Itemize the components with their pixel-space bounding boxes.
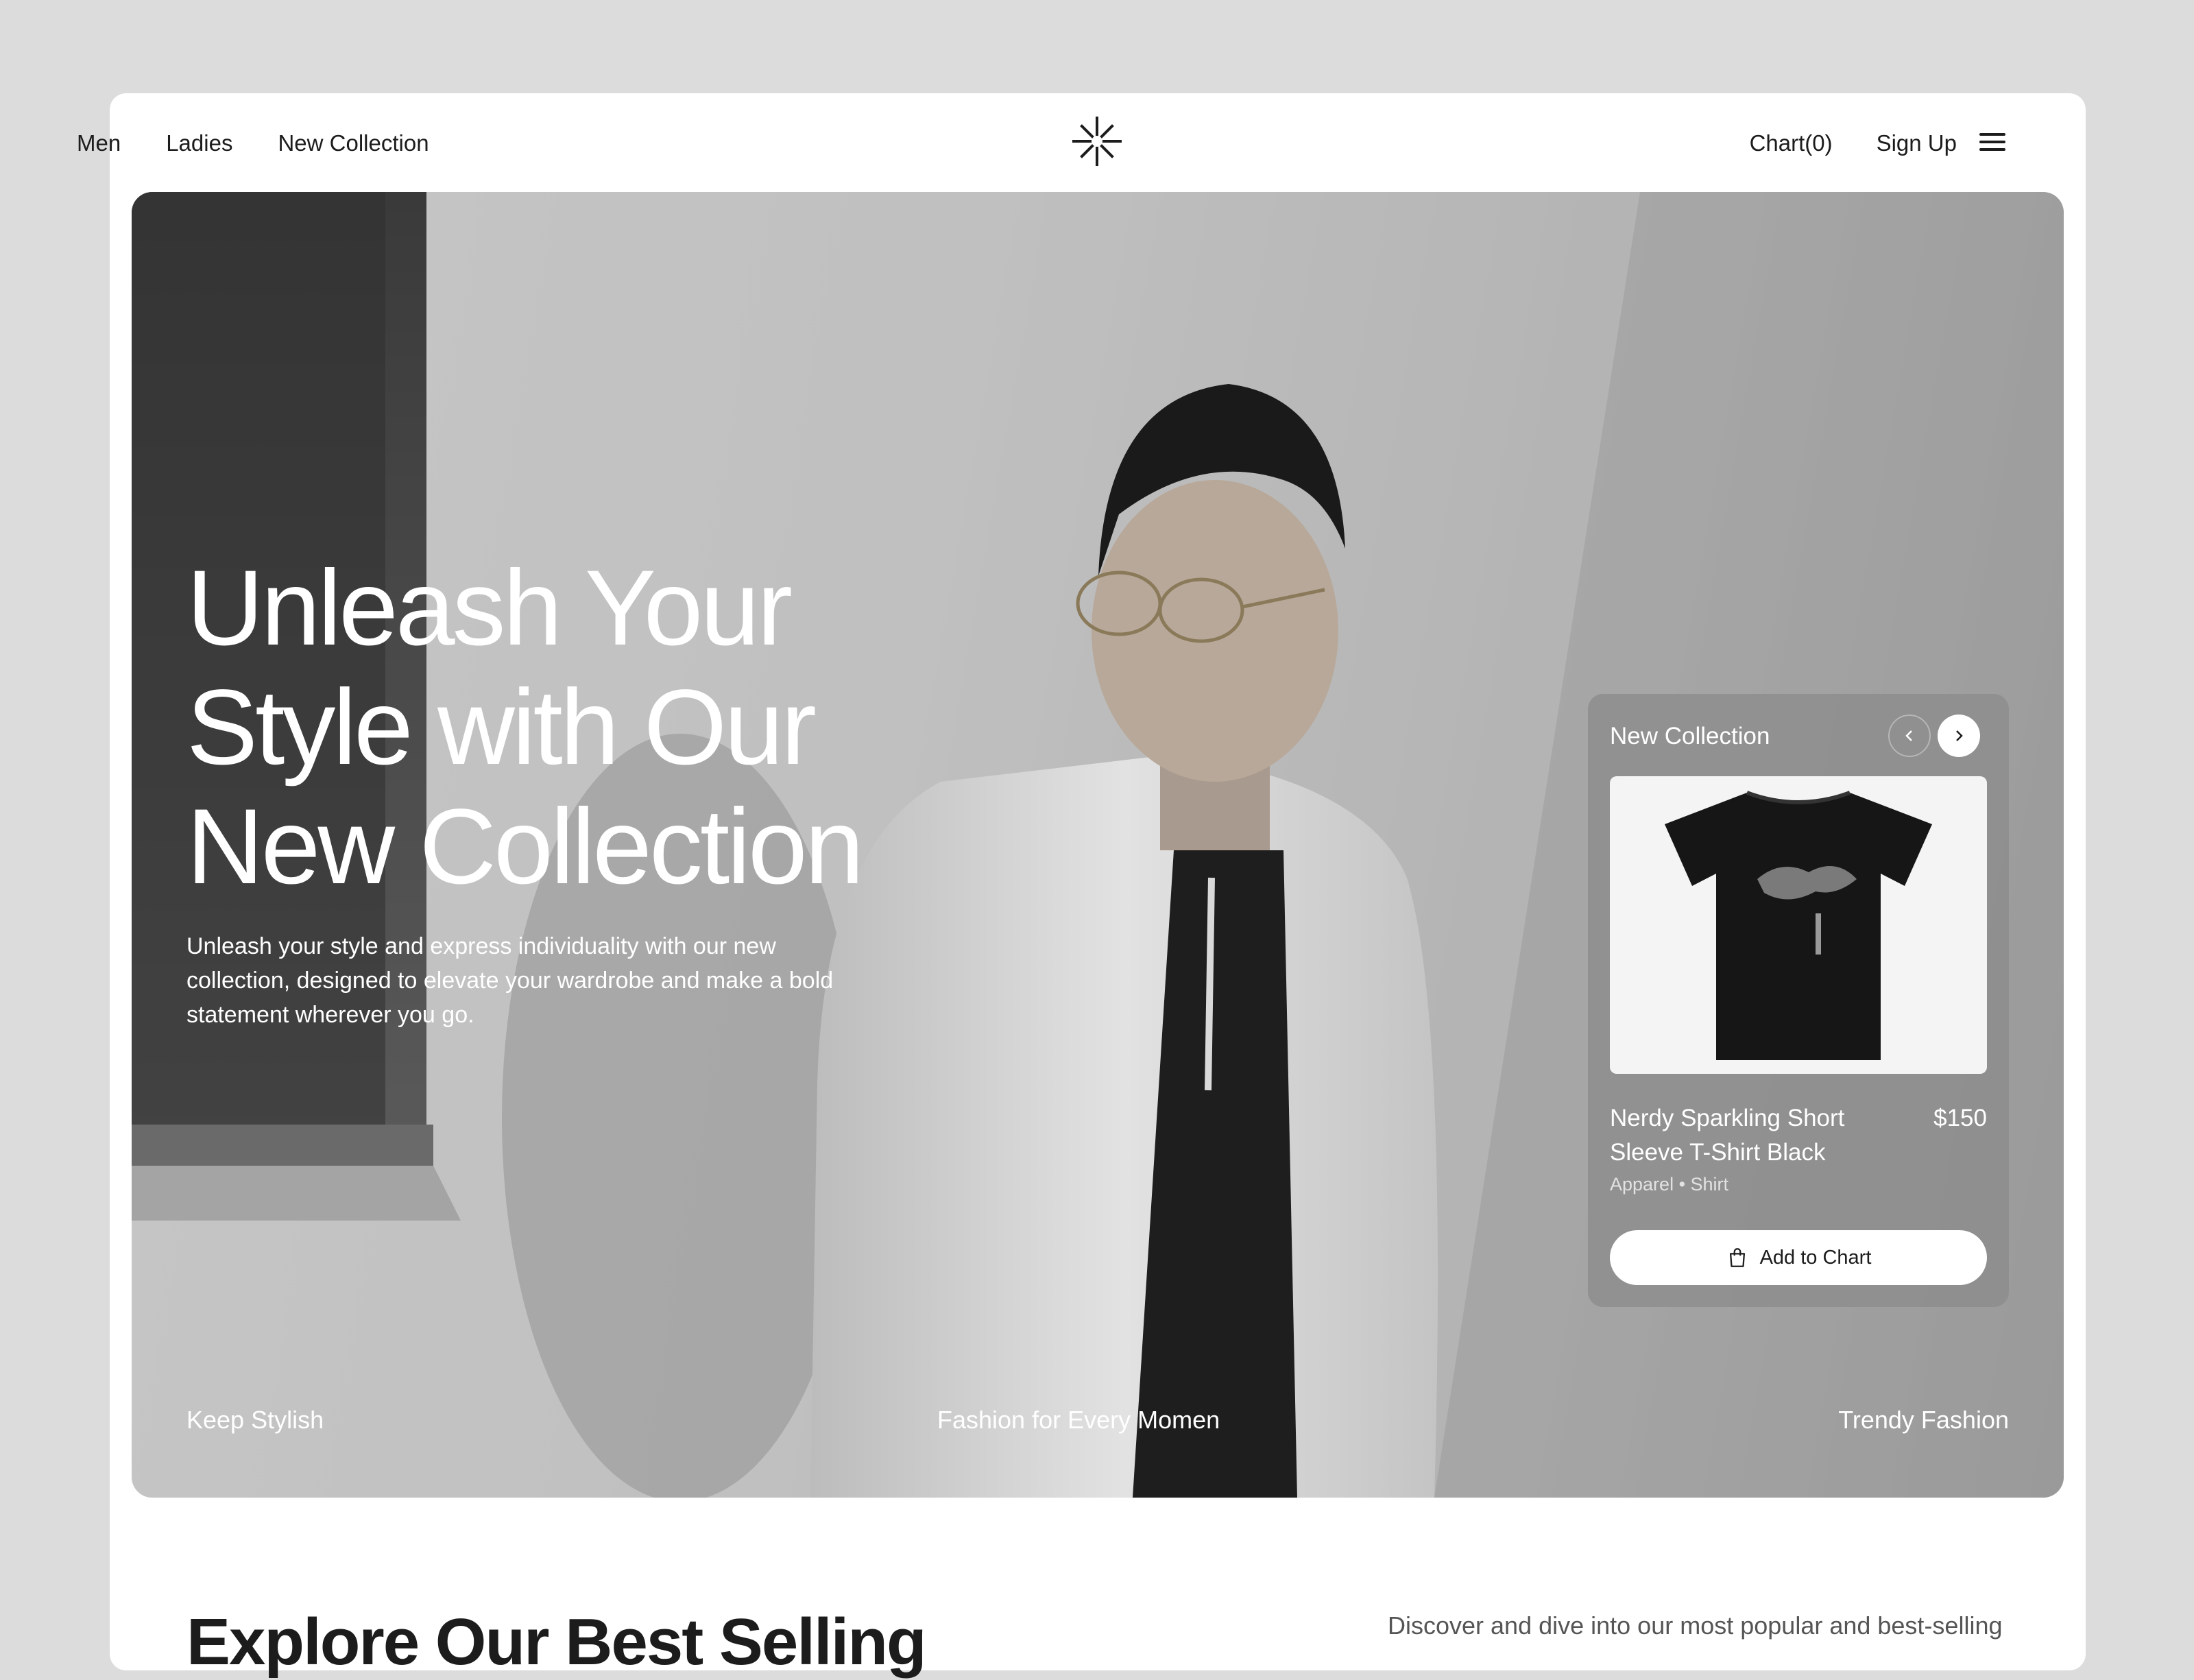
- add-to-cart-label: Add to Chart: [1759, 1246, 1872, 1269]
- add-to-cart-button[interactable]: Add to Chart: [1610, 1230, 1987, 1285]
- hero-description: Unleash your style and express individua…: [186, 933, 834, 1028]
- hero-banner: Unleash Your Style with Our New Collecti…: [132, 192, 2064, 1498]
- shopping-bag-icon: [1729, 1248, 1745, 1267]
- hero-title: Unleash Your Style with Our New Collecti…: [186, 549, 864, 907]
- product-card-heading: New Collection: [1610, 723, 1770, 749]
- hero-title-line-3: New Collection: [186, 787, 864, 907]
- chevron-left-icon[interactable]: [1888, 715, 1931, 757]
- cart-link[interactable]: Chart(0): [1750, 130, 1833, 156]
- product-category: Apparel • Shirt: [1610, 1174, 1729, 1195]
- product-card: New Collection Nerdy Sparkling Short Sle…: [1588, 694, 2009, 1307]
- hero-tagline-right: Trendy Fashion: [1838, 1406, 2009, 1434]
- chevron-right-icon[interactable]: [1938, 715, 1980, 757]
- hero-tagline-center: Fashion for Every Momen: [937, 1406, 1220, 1434]
- nav-link-men[interactable]: Men: [77, 130, 121, 156]
- hero-tagline-left: Keep Stylish: [186, 1406, 324, 1434]
- asterisk-star-logo[interactable]: [1072, 117, 1122, 166]
- product-price: $150: [1933, 1105, 1987, 1131]
- sign-up-link[interactable]: Sign Up: [1877, 130, 1957, 156]
- hero-title-line-2: Style with Our: [186, 668, 817, 787]
- primary-nav: Men Ladies New Collection: [77, 130, 429, 156]
- hero-title-line-1: Unleash Your: [186, 549, 793, 668]
- best-selling-heading: Explore Our Best Selling: [186, 1605, 927, 1679]
- product-name[interactable]: Nerdy Sparkling Short Sleeve T-Shirt Bla…: [1610, 1101, 1884, 1170]
- nav-link-new-collection[interactable]: New Collection: [278, 130, 429, 156]
- best-selling-description: Discover and dive into our most popular …: [1388, 1611, 2003, 1640]
- black-tshirt-image: [1665, 791, 1932, 1060]
- product-image[interactable]: [1610, 776, 1987, 1074]
- nav-link-ladies[interactable]: Ladies: [166, 130, 232, 156]
- account-nav: Chart(0) Sign Up: [1750, 130, 1957, 156]
- hamburger-menu-icon[interactable]: [1979, 133, 2005, 151]
